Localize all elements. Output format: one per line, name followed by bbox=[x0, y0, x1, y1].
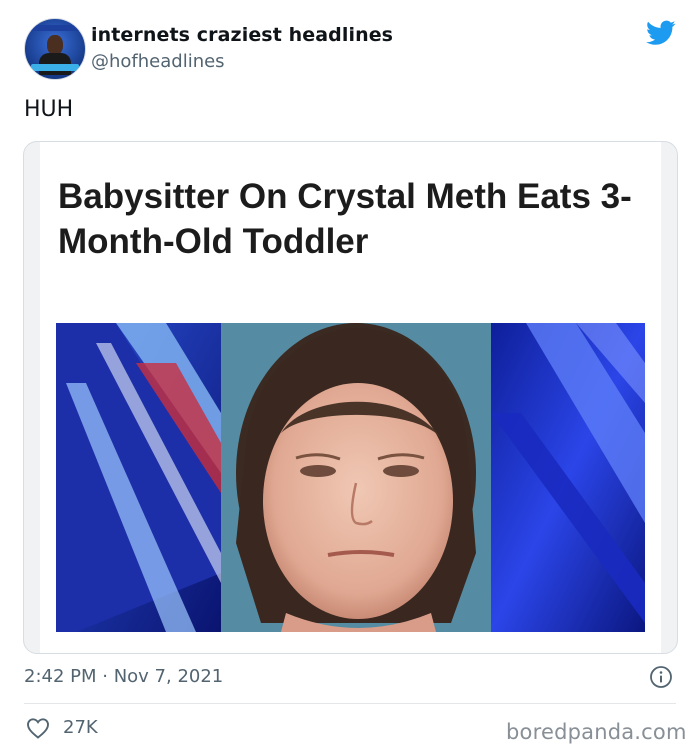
heart-icon[interactable] bbox=[26, 717, 50, 739]
watermark: boredpanda.com bbox=[506, 720, 687, 744]
news-photo bbox=[56, 323, 645, 632]
news-screenshot: Babysitter On Crystal Meth Eats 3-Month-… bbox=[40, 142, 661, 653]
tweet-timestamp[interactable]: 2:42 PM · Nov 7, 2021 bbox=[24, 666, 223, 687]
avatar-banner bbox=[25, 25, 85, 31]
info-icon[interactable] bbox=[649, 665, 673, 689]
divider bbox=[24, 703, 676, 704]
twitter-bird-icon bbox=[646, 20, 676, 45]
avatar-person-head bbox=[47, 35, 63, 55]
author-name[interactable]: internets craziest headlines bbox=[91, 24, 393, 46]
author-handle[interactable]: @hofheadlines bbox=[91, 51, 225, 72]
tweet-text: HUH bbox=[24, 97, 74, 122]
news-headline: Babysitter On Crystal Meth Eats 3-Month-… bbox=[58, 177, 632, 261]
like-count[interactable]: 27K bbox=[63, 717, 98, 738]
media-card[interactable]: Babysitter On Crystal Meth Eats 3-Month-… bbox=[23, 141, 678, 654]
avatar-nameplate bbox=[31, 64, 79, 71]
avatar[interactable] bbox=[24, 18, 86, 80]
